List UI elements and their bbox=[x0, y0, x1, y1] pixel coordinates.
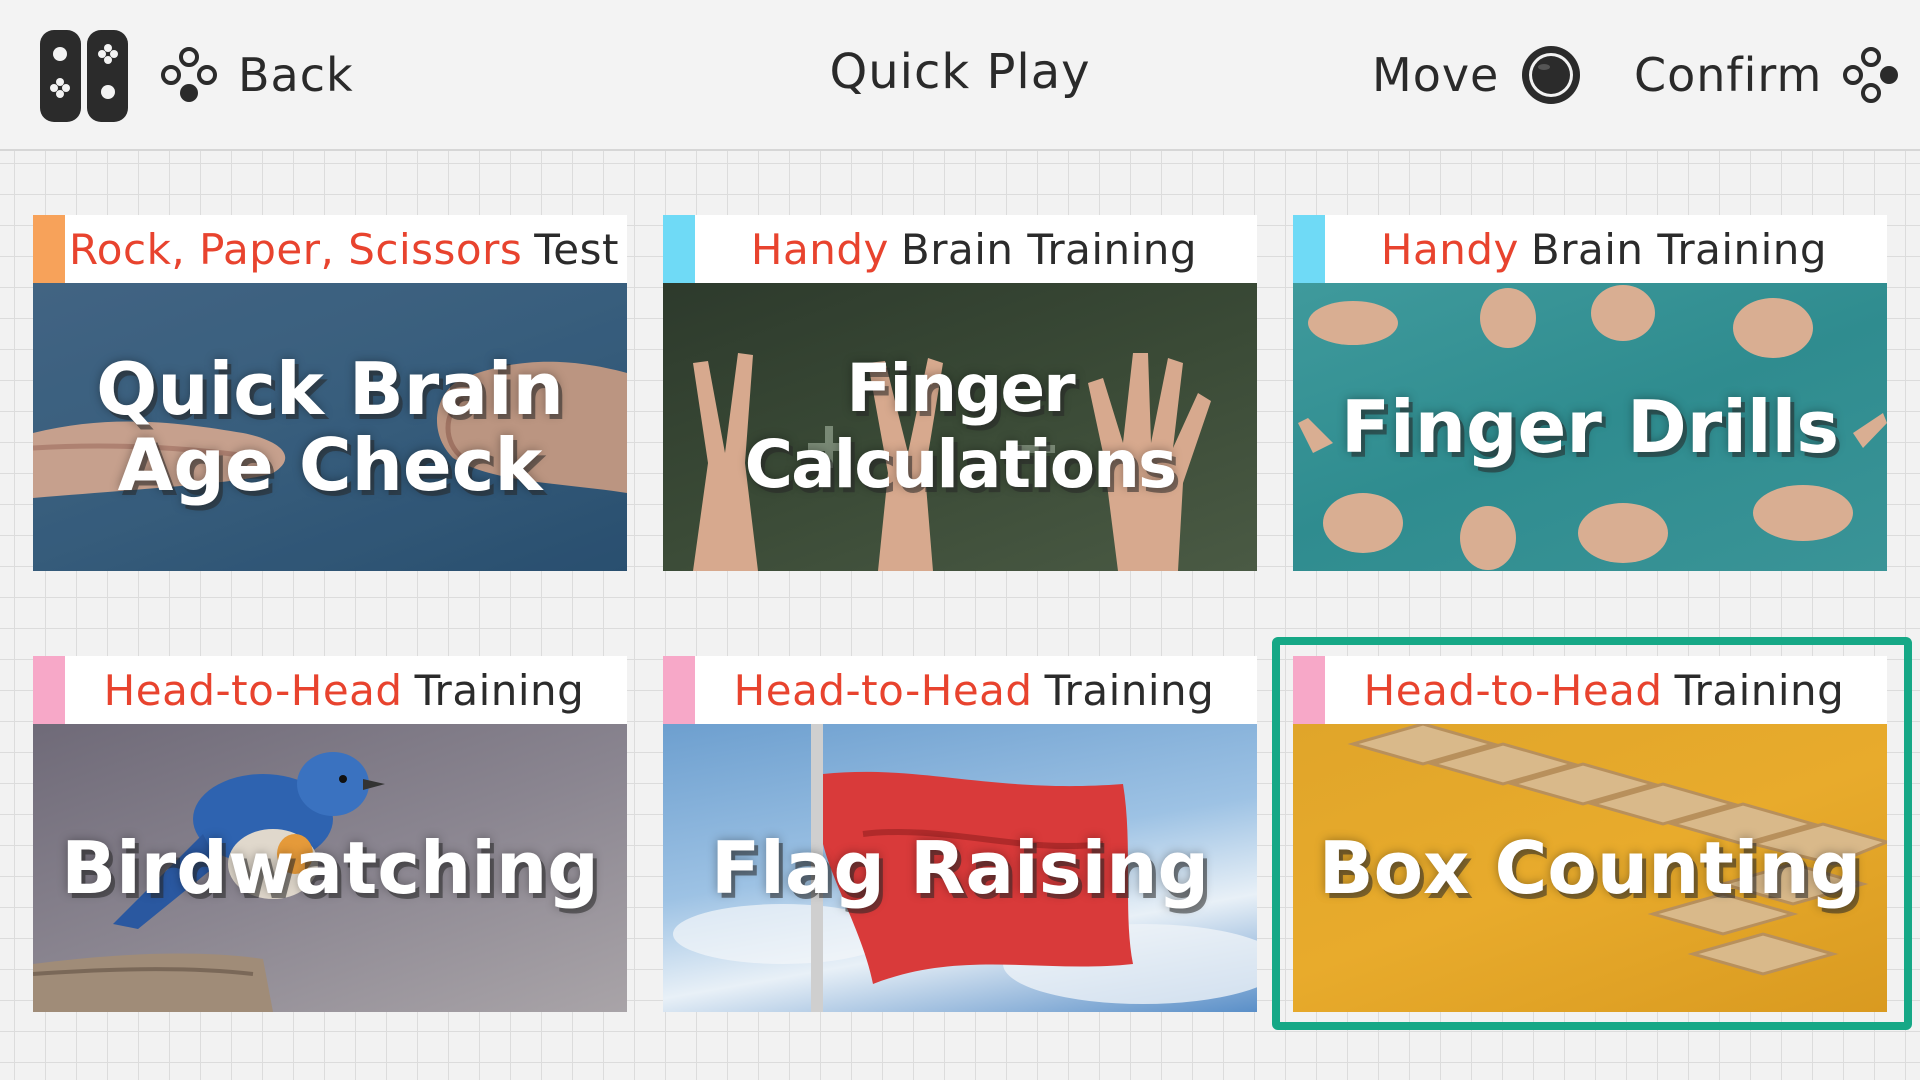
category-rest: Training bbox=[414, 665, 585, 715]
card-flag-raising[interactable]: Head-to-Head Training Flag Raising bbox=[663, 656, 1257, 1012]
card-image: Birdwatching bbox=[33, 724, 627, 1012]
category-stripe bbox=[33, 215, 65, 283]
confirm-button[interactable]: Confirm bbox=[1634, 40, 1900, 110]
card-category-label: Handy Brain Training bbox=[663, 215, 1257, 283]
card-category-label: Handy Brain Training bbox=[1293, 215, 1887, 283]
card-quick-brain-age-check[interactable]: Rock, Paper, Scissors Test Quick Brain A… bbox=[33, 215, 627, 571]
page-title: Quick Play bbox=[829, 44, 1091, 100]
card-image: Flag Raising bbox=[663, 724, 1257, 1012]
card-category-label: Rock, Paper, Scissors Test bbox=[33, 215, 627, 283]
stick-icon bbox=[1522, 46, 1581, 104]
card-title: Birdwatching bbox=[61, 826, 599, 910]
category-stripe bbox=[1293, 215, 1325, 283]
category-rest: Brain Training bbox=[1530, 224, 1828, 274]
category-accent: Rock, Paper, Scissors bbox=[68, 224, 523, 274]
card-title: Flag Raising bbox=[710, 826, 1210, 910]
category-rest: Test bbox=[534, 224, 619, 274]
move-button[interactable]: Move bbox=[1372, 40, 1583, 110]
category-accent: Head-to-Head bbox=[103, 665, 403, 715]
card-title: Box Counting bbox=[1318, 826, 1862, 910]
move-label: Move bbox=[1372, 48, 1500, 102]
card-title: Finger Calculations bbox=[744, 350, 1178, 503]
card-category-label: Head-to-Head Training bbox=[33, 656, 627, 724]
category-stripe bbox=[33, 656, 65, 724]
card-title-line1: Quick Brain bbox=[96, 347, 564, 431]
card-image: Finger Drills bbox=[1293, 283, 1887, 571]
card-finger-drills[interactable]: Handy Brain Training Finger Drills bbox=[1293, 215, 1887, 571]
card-finger-calculations[interactable]: Handy Brain Training Finger Calculations bbox=[663, 215, 1257, 571]
category-accent: Head-to-Head bbox=[733, 665, 1033, 715]
category-rest: Training bbox=[1044, 665, 1215, 715]
card-image: Finger Calculations bbox=[663, 283, 1257, 571]
card-title: Finger Drills bbox=[1340, 385, 1840, 469]
category-rest: Brain Training bbox=[900, 224, 1198, 274]
confirm-label: Confirm bbox=[1634, 48, 1823, 102]
category-stripe bbox=[663, 656, 695, 724]
card-image: Quick Brain Age Check bbox=[33, 283, 627, 571]
card-title-line2: Age Check bbox=[117, 423, 543, 507]
category-accent: Handy bbox=[1380, 224, 1519, 274]
header-bar: Back Quick Play Move Confirm bbox=[0, 0, 1920, 151]
category-accent: Handy bbox=[750, 224, 889, 274]
card-title: Quick Brain Age Check bbox=[82, 351, 578, 503]
card-category-label: Head-to-Head Training bbox=[663, 656, 1257, 724]
card-birdwatching[interactable]: Head-to-Head Training Birdwatching bbox=[33, 656, 627, 1012]
buttons-a-icon bbox=[1843, 47, 1899, 103]
category-stripe bbox=[663, 215, 695, 283]
